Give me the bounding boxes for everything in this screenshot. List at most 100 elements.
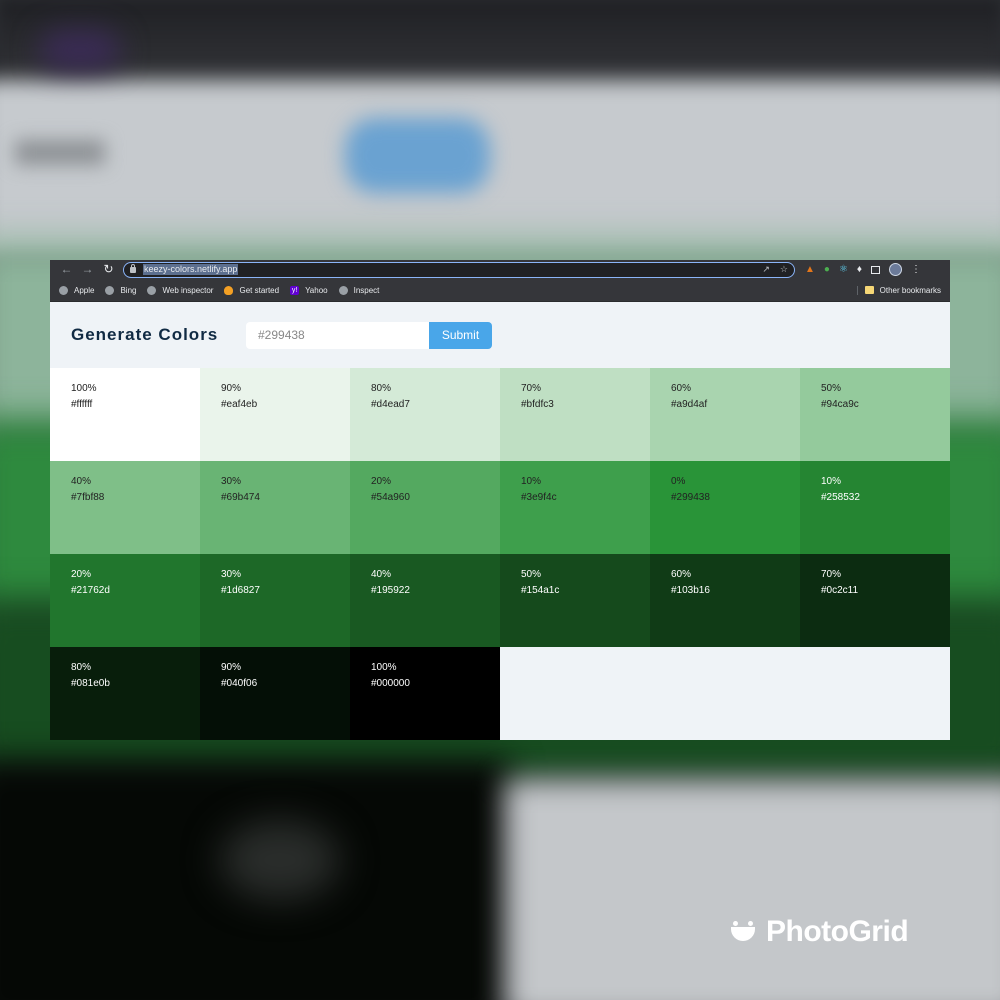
color-swatch[interactable]: 40% #7fbf88	[50, 461, 200, 554]
swatch-weight: 90%	[221, 383, 242, 394]
color-input[interactable]	[246, 321, 429, 349]
bookmark-yahoo[interactable]: y! Yahoo	[290, 285, 328, 295]
swatch-weight: 20%	[71, 569, 92, 580]
color-swatch[interactable]: 50% #154a1c	[500, 554, 650, 647]
color-swatch[interactable]: 30% #1d6827	[200, 554, 350, 647]
swatch-weight: 100%	[371, 662, 397, 673]
globe-icon	[147, 285, 157, 295]
bookmark-web-inspector[interactable]: Web inspector	[147, 285, 213, 295]
star-icon[interactable]: ☆	[780, 264, 788, 275]
side-panel-icon[interactable]	[871, 265, 881, 274]
color-swatch[interactable]: 40% #195922	[350, 554, 500, 647]
other-bookmarks[interactable]: Other bookmarks	[856, 285, 941, 295]
swatch-hex: #1d6827	[221, 585, 260, 596]
swatch-hex: #a9d4af	[671, 399, 708, 410]
color-swatch[interactable]: 100% #ffffff	[50, 368, 200, 461]
swatch-hex: #081e0b	[71, 678, 110, 689]
profile-avatar[interactable]	[889, 263, 903, 276]
globe-icon	[338, 285, 348, 295]
swatch-weight: 40%	[71, 476, 92, 487]
globe-icon	[105, 285, 115, 295]
extension-icon[interactable]: ●	[824, 264, 830, 275]
address-bar[interactable]: keezy-colors.netlify.app ↗ ☆	[123, 261, 795, 278]
color-swatch[interactable]: 20% #21762d	[50, 554, 200, 647]
yahoo-icon: y!	[290, 285, 300, 295]
swatch-hex: #299438	[671, 492, 710, 503]
swatch-hex: #258532	[821, 492, 860, 503]
color-swatch[interactable]: 80% #081e0b	[50, 647, 200, 740]
react-devtools-icon[interactable]: ⚛	[839, 264, 848, 275]
color-swatch[interactable]: 20% #54a960	[350, 461, 500, 554]
swatch-weight: 0%	[671, 476, 686, 487]
swatch-weight: 10%	[521, 476, 542, 487]
lock-icon[interactable]	[130, 263, 136, 273]
swatch-hex: #103b16	[671, 585, 710, 596]
swatch-weight: 10%	[821, 476, 842, 487]
submit-button[interactable]: Submit	[429, 321, 492, 349]
browser-toolbar: ← → ↻ keezy-colors.netlify.app ↗ ☆ ▲ ● ⚛…	[50, 260, 950, 279]
swatch-weight: 50%	[521, 569, 542, 580]
page-title: Generate Colors	[71, 325, 219, 344]
color-swatch[interactable]: 10% #258532	[800, 461, 950, 554]
bookmark-apple[interactable]: Apple	[59, 285, 94, 295]
metamask-extension-icon[interactable]: ▲	[805, 264, 815, 275]
swatch-weight: 50%	[821, 383, 842, 394]
swatch-hex: #ffffff	[71, 399, 93, 410]
swatch-weight: 80%	[71, 662, 92, 673]
forward-arrow-icon[interactable]: →	[77, 260, 98, 279]
swatch-weight: 60%	[671, 383, 692, 394]
globe-icon	[59, 285, 68, 295]
color-swatch[interactable]: 80% #d4ead7	[350, 368, 500, 461]
swatch-weight: 20%	[371, 476, 392, 487]
swatch-hex: #040f06	[221, 678, 258, 689]
color-swatch[interactable]: 70% #bfdfc3	[500, 368, 650, 461]
back-arrow-icon[interactable]: ←	[56, 260, 77, 279]
color-swatch[interactable]: 0% #299438	[650, 461, 800, 554]
share-icon[interactable]: ↗	[762, 264, 770, 275]
extensions-puzzle-icon[interactable]: ♦	[857, 264, 862, 275]
url-text[interactable]: keezy-colors.netlify.app	[143, 264, 239, 275]
swatch-hex: #69b474	[221, 492, 260, 503]
swatch-hex: #3e9f4c	[521, 492, 557, 503]
swatch-hex: #154a1c	[521, 585, 560, 596]
firefox-icon	[224, 285, 234, 295]
swatch-weight: 90%	[221, 662, 242, 673]
swatch-weight: 60%	[671, 569, 692, 580]
swatch-hex: #000000	[371, 678, 410, 689]
reload-icon[interactable]: ↻	[98, 260, 119, 279]
watermark-text: PhotoGrid	[766, 915, 909, 948]
app-header: Generate Colors Submit	[50, 302, 950, 368]
folder-icon	[864, 286, 874, 294]
swatch-hex: #bfdfc3	[521, 399, 554, 410]
color-swatch[interactable]: 70% #0c2c11	[800, 554, 950, 647]
swatch-weight: 80%	[371, 383, 392, 394]
color-swatch[interactable]: 100% #000000	[350, 647, 500, 740]
color-swatch[interactable]: 90% #040f06	[200, 647, 350, 740]
color-swatch[interactable]: 90% #eaf4eb	[200, 368, 350, 461]
color-swatch[interactable]: 60% #103b16	[650, 554, 800, 647]
swatch-hex: #21762d	[71, 585, 110, 596]
bookmark-inspect[interactable]: Inspect	[338, 285, 379, 295]
color-grid: 100% #ffffff 90% #eaf4eb 80% #d4ead7 70% #bfdfc…	[50, 368, 950, 740]
color-swatch[interactable]: 10% #3e9f4c	[500, 461, 650, 554]
swatch-hex: #0c2c11	[821, 585, 859, 596]
color-swatch[interactable]: 30% #69b474	[200, 461, 350, 554]
swatch-weight: 30%	[221, 569, 242, 580]
swatch-hex: #195922	[371, 585, 410, 596]
swatch-weight: 70%	[521, 383, 542, 394]
photogrid-logo-icon	[730, 919, 756, 945]
browser-window: ← → ↻ keezy-colors.netlify.app ↗ ☆ ▲ ● ⚛…	[50, 260, 950, 740]
color-swatch[interactable]: 60% #a9d4af	[650, 368, 800, 461]
bookmarks-bar: Apple Bing Web inspector Get started y! Y…	[50, 279, 950, 302]
bookmark-bing[interactable]: Bing	[105, 285, 136, 295]
photogrid-watermark: PhotoGrid	[730, 915, 909, 949]
swatch-weight: 30%	[221, 476, 242, 487]
swatch-hex: #94ca9c	[821, 399, 859, 410]
swatch-hex: #54a960	[371, 492, 410, 503]
menu-dots-icon[interactable]: ⋮	[911, 264, 921, 275]
swatch-weight: 40%	[371, 569, 392, 580]
bookmark-get-started[interactable]: Get started	[224, 285, 279, 295]
color-swatch[interactable]: 50% #94ca9c	[800, 368, 950, 461]
swatch-weight: 100%	[71, 383, 97, 394]
swatch-hex: #7fbf88	[71, 492, 105, 503]
